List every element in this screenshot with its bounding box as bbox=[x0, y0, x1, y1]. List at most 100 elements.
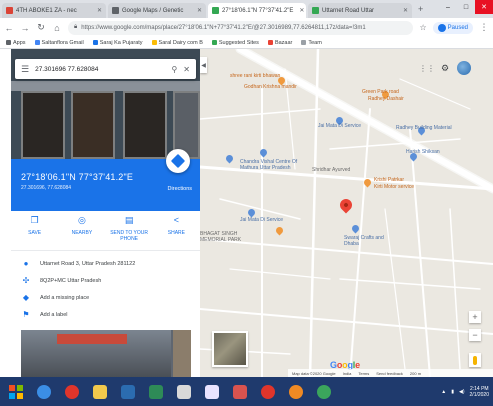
system-clock[interactable]: 2:14 PM 2/1/2020 bbox=[470, 386, 489, 398]
save-button[interactable]: ❐ SAVE bbox=[15, 216, 55, 250]
powerpoint-icon bbox=[233, 384, 247, 399]
taskbar-app[interactable] bbox=[171, 380, 197, 404]
map-label[interactable]: Jai Mata Di Service bbox=[318, 123, 361, 129]
place-decimal-coordinates: 27.301696, 77.628084 bbox=[21, 185, 72, 191]
tab-close-icon[interactable]: ✕ bbox=[400, 7, 408, 14]
photo-strip[interactable] bbox=[21, 330, 191, 377]
bookmark-item[interactable]: Saltanflora Gmail bbox=[34, 40, 84, 46]
account-avatar[interactable] bbox=[457, 61, 471, 75]
map-footer-item[interactable]: Send feedback bbox=[376, 371, 403, 376]
new-tab-button[interactable]: + bbox=[418, 4, 423, 14]
hamburger-menu-icon[interactable]: ☰ bbox=[21, 64, 29, 75]
tray-up-arrow-icon[interactable]: ▲ bbox=[441, 389, 446, 395]
taskbar-app[interactable] bbox=[283, 380, 309, 404]
info-row[interactable]: ● Uttarnet Road 3, Uttar Pradesh 281122 bbox=[11, 255, 200, 272]
bookmark-item[interactable]: Team bbox=[301, 40, 322, 46]
map-label[interactable]: Harish Shiksan bbox=[406, 149, 440, 155]
bookmark-favicon-icon bbox=[92, 40, 98, 45]
map-label[interactable]: Radhey Building Material bbox=[396, 125, 452, 131]
collapse-panel-button[interactable]: ◀ bbox=[200, 57, 207, 73]
paused-label: Paused bbox=[447, 24, 468, 31]
ie-icon bbox=[37, 384, 51, 399]
maximize-button[interactable]: □ bbox=[457, 0, 475, 14]
clear-search-icon[interactable]: ✕ bbox=[183, 65, 190, 74]
info-row[interactable]: ◆ Add a missing place bbox=[11, 289, 200, 306]
start-button[interactable] bbox=[3, 380, 29, 404]
map-label[interactable]: Swaraj Crafts and Dhaba bbox=[344, 235, 394, 247]
bookmark-item[interactable]: Bazaar bbox=[267, 40, 292, 46]
street-view-pegman-icon[interactable] bbox=[469, 353, 481, 367]
map-label[interactable]: shree rani kirti bhawan bbox=[230, 73, 280, 79]
volume-icon[interactable]: ◀) bbox=[459, 389, 465, 395]
browser-tab-1[interactable]: 4TH ABOKE1 ZA - nec ✕ bbox=[2, 3, 106, 18]
gear-icon[interactable]: ⚙ bbox=[440, 63, 450, 73]
zoom-in-button[interactable]: + bbox=[469, 311, 481, 323]
address-bar[interactable]: 🔒︎ https://www.google.com/maps/place/27°… bbox=[68, 20, 414, 35]
location-pin-icon: ● bbox=[23, 259, 29, 268]
map-label[interactable]: Shridhar Ayurved bbox=[312, 167, 350, 173]
send-to-phone-button[interactable]: ▤ SEND TO YOUR PHONE bbox=[109, 216, 149, 250]
bookmark-favicon-icon bbox=[6, 40, 11, 45]
search-icon[interactable]: ⚲ bbox=[171, 65, 177, 74]
map-label[interactable]: Chandra Vishal Centre Of Mathura Uttar P… bbox=[240, 159, 308, 171]
network-icon[interactable]: ▮ bbox=[451, 389, 454, 395]
chrome-icon bbox=[317, 384, 331, 399]
bookmark-star-icon[interactable]: ☆ bbox=[419, 23, 426, 32]
satellite-layer-thumbnail[interactable] bbox=[212, 331, 248, 367]
taskbar-app[interactable] bbox=[227, 380, 253, 404]
map-label[interactable]: Kirti Motor service bbox=[374, 184, 414, 190]
tab-close-icon[interactable]: ✕ bbox=[194, 7, 202, 14]
map-label[interactable]: Green Park road bbox=[362, 89, 399, 95]
home-icon[interactable]: ⌂ bbox=[52, 23, 62, 33]
bookmark-item[interactable]: Saraj Ka Pujaraty bbox=[92, 40, 143, 46]
back-arrow-icon[interactable]: ← bbox=[4, 23, 14, 33]
url-text: https://www.google.com/maps/place/27°18'… bbox=[81, 24, 366, 31]
taskbar-app[interactable] bbox=[59, 380, 85, 404]
close-window-button[interactable]: ✕ bbox=[475, 0, 493, 14]
shop-signboard bbox=[57, 334, 127, 344]
bookmark-item[interactable]: Saral Dairy com B bbox=[151, 40, 203, 46]
taskbar-app[interactable] bbox=[87, 380, 113, 404]
info-row[interactable]: ⚑ Add a label bbox=[11, 306, 200, 323]
bookmark-item[interactable]: Apps bbox=[6, 40, 26, 46]
forward-arrow-icon[interactable]: → bbox=[20, 23, 30, 33]
taskbar-app[interactable] bbox=[143, 380, 169, 404]
photo-thumbnail[interactable] bbox=[173, 330, 191, 377]
browser-tab-4[interactable]: Uttarnet Road Uttar ✕ bbox=[308, 3, 412, 18]
share-button[interactable]: < SHARE bbox=[156, 216, 196, 250]
shop-front bbox=[21, 91, 65, 159]
map-footer-item[interactable]: 200 m bbox=[410, 371, 421, 376]
map-footer-item[interactable]: India bbox=[343, 371, 352, 376]
directions-button[interactable] bbox=[166, 149, 190, 173]
tab-close-icon[interactable]: ✕ bbox=[94, 7, 102, 14]
nearby-button[interactable]: ◎ NEARBY bbox=[62, 216, 102, 250]
map-label[interactable]: Krishi Patrkar bbox=[374, 177, 404, 183]
map-label[interactable]: Radhey Dashair bbox=[368, 96, 404, 102]
map-label[interactable]: Godhan Krishna mandir bbox=[244, 84, 297, 90]
map-canvas[interactable]: ◀ ⋮⋮ ⚙ shree rani kirti bhawan Godhan Kr… bbox=[200, 49, 493, 377]
directions-label[interactable]: Directions bbox=[168, 186, 192, 192]
info-row[interactable]: ✣ 8Q2P+MC Uttar Pradesh bbox=[11, 272, 200, 289]
taskbar-app[interactable] bbox=[199, 380, 225, 404]
zoom-out-button[interactable]: − bbox=[469, 329, 481, 341]
taskbar-app[interactable] bbox=[255, 380, 281, 404]
minimize-button[interactable]: – bbox=[439, 0, 457, 14]
taskbar-app[interactable] bbox=[31, 380, 57, 404]
clock-date: 2/1/2020 bbox=[469, 391, 489, 398]
map-label[interactable]: BHAGAT SINGH MEMORIAL PARK bbox=[200, 231, 258, 243]
shop-front bbox=[71, 91, 115, 159]
browser-tab-3-active[interactable]: 27°18'06.1"N 77°37'41.2"E ✕ bbox=[208, 3, 306, 18]
map-footer-item[interactable]: Terms bbox=[358, 371, 369, 376]
taskbar-app[interactable] bbox=[311, 380, 337, 404]
browser-menu-icon[interactable]: ⋮ bbox=[479, 22, 489, 33]
bookmark-item[interactable]: Suggested Sites bbox=[211, 40, 259, 46]
reload-icon[interactable]: ↻ bbox=[36, 22, 46, 33]
action-label: SHARE bbox=[167, 230, 185, 236]
search-input[interactable] bbox=[35, 65, 166, 73]
map-label[interactable]: Jai Mata Di Service bbox=[240, 217, 283, 223]
browser-tab-2[interactable]: Google Maps / Genetic ✕ bbox=[108, 3, 206, 18]
taskbar-app[interactable] bbox=[115, 380, 141, 404]
profile-paused-button[interactable]: Paused bbox=[432, 21, 473, 34]
apps-grid-icon[interactable]: ⋮⋮ bbox=[419, 63, 435, 73]
tab-close-icon[interactable]: ✕ bbox=[296, 7, 304, 14]
